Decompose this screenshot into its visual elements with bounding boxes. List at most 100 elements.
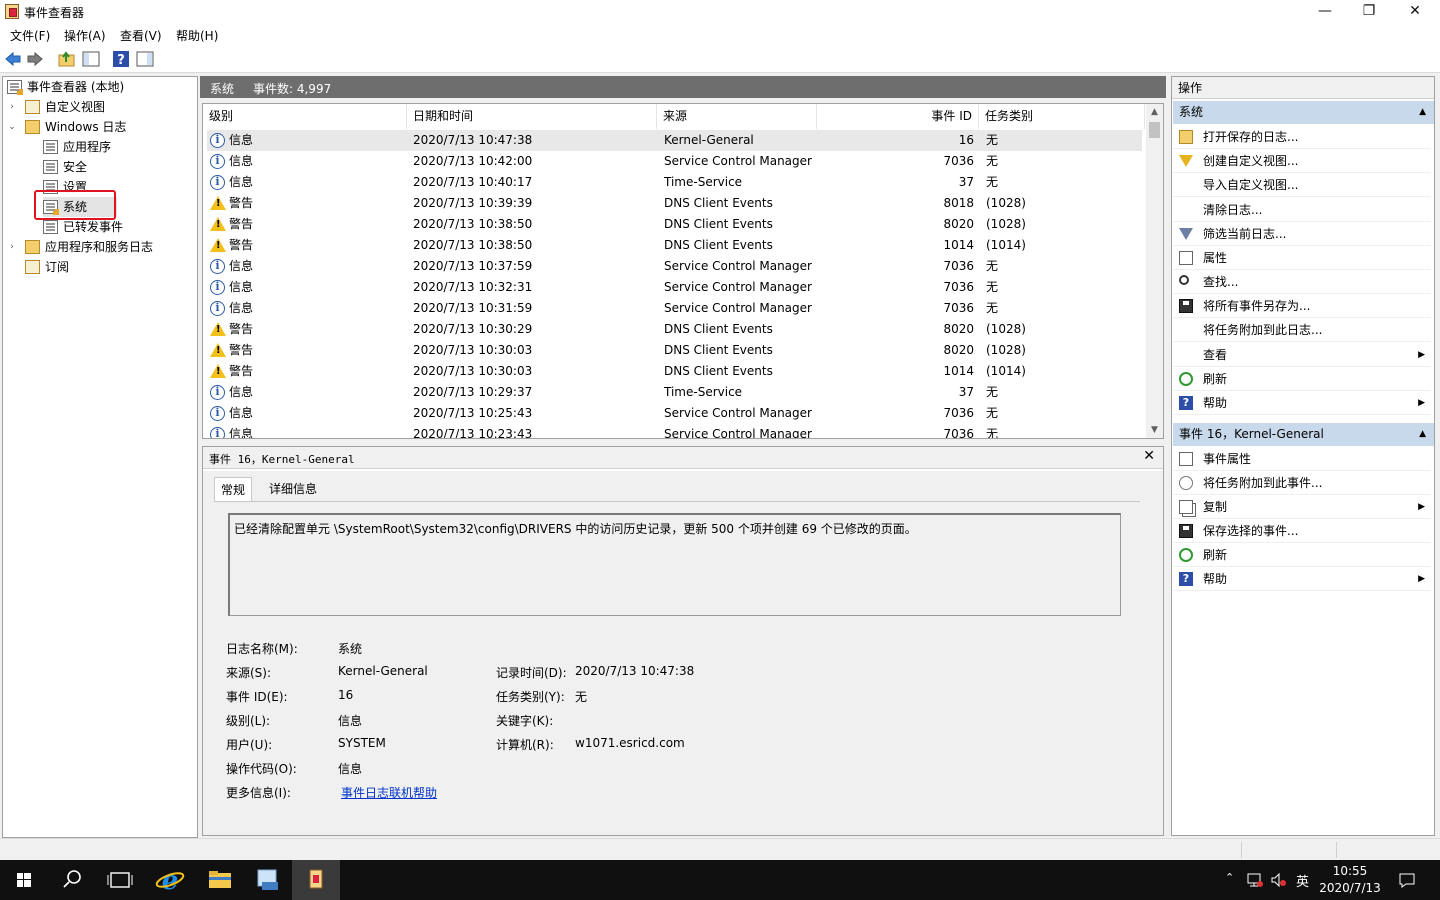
opcode-value: 信息 [338,762,363,776]
search-icon[interactable] [48,860,96,900]
action-help[interactable]: ? 帮助 ▶ [1173,567,1431,591]
cell-event-id: 8020 [943,322,974,336]
table-row[interactable]: 警告 2020/7/13 10:38:50 DNS Client Events 802… [207,214,1142,235]
show-hide-action-pane-icon[interactable] [136,50,154,68]
tree-label: 自定义视图 [45,100,106,114]
table-row[interactable]: 信息 2020/7/13 10:32:31 Service Control Mana… [207,277,1142,298]
column-header-datetime[interactable]: 日期和时间 [407,104,657,129]
action-event-properties[interactable]: 事件属性 [1173,447,1431,471]
action-label: 导入自定义视图... [1203,178,1299,192]
table-row[interactable]: 信息 2020/7/13 10:37:59 Service Control Mana… [207,256,1142,277]
expand-chevron-icon[interactable]: › [7,237,17,257]
table-row[interactable]: 信息 2020/7/13 10:31:59 Service Control Mana… [207,298,1142,319]
table-row[interactable]: 警告 2020/7/13 10:30:03 DNS Client Events 101… [207,361,1142,382]
action-find[interactable]: 查找... [1173,270,1431,294]
action-view[interactable]: 查看 ▶ [1173,343,1431,367]
detail-close-icon[interactable]: ✕ [1143,448,1155,464]
help-icon[interactable]: ? [112,50,130,68]
up-folder-icon[interactable] [58,50,76,68]
table-scrollbar[interactable]: ▲ ▼ [1146,104,1163,438]
find-icon [1179,275,1189,285]
table-row[interactable]: 警告 2020/7/13 10:30:29 DNS Client Events 802… [207,319,1142,340]
action-properties[interactable]: 属性 [1173,246,1431,270]
action-clear-log[interactable]: 清除日志... [1173,198,1431,222]
internet-explorer-icon[interactable]: e [146,860,194,900]
show-hide-tree-icon[interactable] [82,50,100,68]
minimize-button[interactable]: — [1302,0,1348,23]
table-row[interactable]: 信息 2020/7/13 10:23:43 Service Control Mana… [207,424,1142,438]
menu-action[interactable]: 操作(A) [64,27,106,44]
table-row[interactable]: 警告 2020/7/13 10:38:50 DNS Client Events 101… [207,235,1142,256]
column-header-event-id[interactable]: 事件 ID [817,104,979,129]
information-icon [210,175,225,190]
event-count: 事件数: 4,997 [253,82,332,96]
action-import-custom-view[interactable]: 导入自定义视图... [1173,173,1431,197]
action-create-custom-view[interactable]: 创建自定义视图... [1173,149,1431,173]
tab-general[interactable]: 常规 [214,477,253,502]
close-button[interactable]: ✕ [1392,0,1438,23]
menu-file[interactable]: 文件(F) [10,27,50,44]
back-arrow-icon[interactable] [4,50,22,68]
event-message-box[interactable]: 已经清除配置单元 \SystemRoot\System32\config\DRI… [228,513,1121,616]
column-header-level[interactable]: 级别 [203,104,407,129]
table-row[interactable]: 警告 2020/7/13 10:39:39 DNS Client Events 801… [207,193,1142,214]
menu-bar: 文件(F) 操作(A) 查看(V) 帮助(H) [0,23,1440,45]
column-header-task-category[interactable]: 任务类别 [979,104,1145,129]
cell-event-id: 1014 [943,238,974,252]
table-row[interactable]: 信息 2020/7/13 10:42:00 Service Control Mana… [207,151,1142,172]
menu-view[interactable]: 查看(V) [120,27,162,44]
file-explorer-icon[interactable] [196,860,244,900]
collapse-chevron-icon[interactable]: ⌄ [7,117,17,137]
network-icon[interactable] [1246,872,1264,888]
column-header-source[interactable]: 来源 [657,104,817,129]
actions-section-event[interactable]: 事件 16，Kernel-General ▲ [1173,423,1434,446]
action-refresh[interactable]: 刷新 [1173,543,1431,567]
action-help[interactable]: ? 帮助 ▶ [1173,391,1431,415]
collapse-caret-icon[interactable]: ▲ [1419,423,1426,446]
log-name-label: 日志名称(M): [226,642,298,656]
scroll-thumb[interactable] [1149,122,1160,138]
action-copy[interactable]: 复制 ▶ [1173,495,1431,519]
notification-center-icon[interactable] [1398,871,1416,889]
expand-chevron-icon[interactable]: › [7,97,17,117]
scroll-up-icon[interactable]: ▲ [1146,104,1163,120]
action-attach-task-to-log[interactable]: 将任务附加到此日志... [1173,318,1431,342]
server-manager-icon[interactable] [244,860,292,900]
cell-datetime: 2020/7/13 10:32:31 [413,280,533,294]
submenu-arrow-icon: ▶ [1418,350,1425,360]
actions-section-system[interactable]: 系统 ▲ [1173,101,1434,124]
action-open-saved-log[interactable]: 打开保存的日志... [1173,125,1431,149]
task-view-icon[interactable] [96,860,144,900]
start-windows-icon[interactable] [0,860,48,900]
action-label: 清除日志... [1203,203,1263,217]
table-row[interactable]: 信息 2020/7/13 10:29:37 Time-Service 37 无 [207,382,1142,403]
table-row[interactable]: 信息 2020/7/13 10:47:38 Kernel-General 16 无 [207,130,1142,151]
action-save-all-events-as[interactable]: 将所有事件另存为... [1173,294,1431,318]
table-row[interactable]: 信息 2020/7/13 10:40:17 Time-Service 37 无 [207,172,1142,193]
collapse-caret-icon[interactable]: ▲ [1419,101,1426,124]
system-clock[interactable]: 10:55 2020/7/13 [1312,863,1388,897]
tree-label: 应用程序 [63,140,112,154]
table-row[interactable]: 警告 2020/7/13 10:30:03 DNS Client Events 802… [207,340,1142,361]
scroll-down-icon[interactable]: ▼ [1146,422,1163,438]
volume-muted-icon[interactable] [1270,872,1288,888]
action-label: 查看 [1203,348,1228,362]
event-viewer-taskbar-icon[interactable] [292,860,340,900]
action-save-selected-events[interactable]: 保存选择的事件... [1173,519,1431,543]
table-row[interactable]: 信息 2020/7/13 10:25:43 Service Control Mana… [207,403,1142,424]
online-help-link[interactable]: 事件日志联机帮助 [341,784,437,801]
cell-datetime: 2020/7/13 10:30:29 [413,322,533,336]
action-attach-task-to-event[interactable]: 将任务附加到此事件... [1173,471,1431,495]
forward-arrow-icon[interactable] [26,50,44,68]
action-filter-current-log[interactable]: 筛选当前日志... [1173,222,1431,246]
events-table: 级别 日期和时间 来源 事件 ID 任务类别 信息 2020/7/13 10:47… [202,103,1164,439]
restore-button[interactable]: ❐ [1346,0,1392,23]
menu-help[interactable]: 帮助(H) [176,27,218,44]
show-hidden-icons-chevron-icon[interactable]: ⌃ [1225,871,1234,884]
action-refresh[interactable]: 刷新 [1173,367,1431,391]
ime-indicator[interactable]: 英 [1296,871,1309,890]
cell-task-category: 无 [986,406,999,420]
cell-event-id: 37 [958,175,974,189]
tab-details[interactable]: 详细信息 [263,477,323,501]
task-category-value: 无 [575,690,588,704]
